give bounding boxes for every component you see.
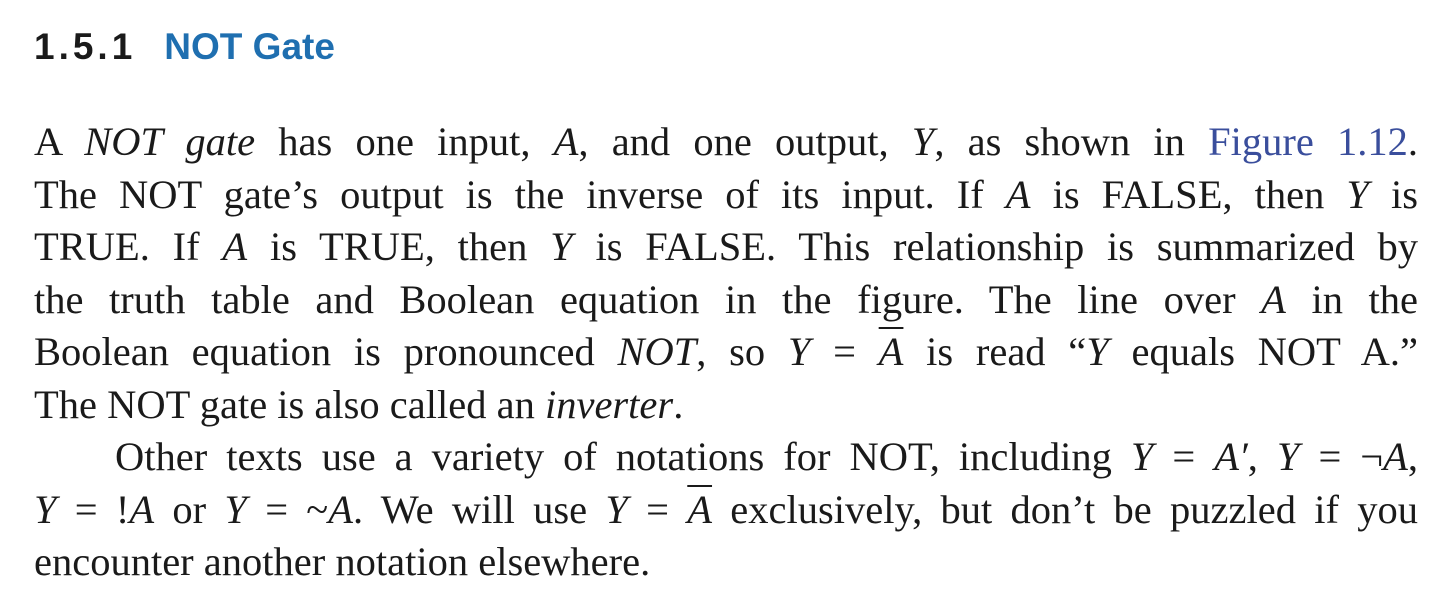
italic-text: A bbox=[553, 119, 579, 164]
text-span: A bbox=[34, 119, 85, 164]
italic-text: A bbox=[1005, 171, 1031, 217]
text-span: the truth table and Boolean equation in … bbox=[34, 276, 1262, 322]
italic-text: Y bbox=[787, 329, 811, 374]
text-span: = ¬ bbox=[1299, 434, 1384, 479]
text-span: is bbox=[1368, 171, 1418, 217]
italic-text: NOT bbox=[617, 329, 697, 374]
text-span: = ! bbox=[56, 486, 130, 532]
text-span: in the bbox=[1285, 276, 1418, 322]
text-span: encounter another notation elsewhere. bbox=[34, 539, 651, 584]
italic-text: Y bbox=[224, 486, 247, 532]
text-span: = bbox=[627, 486, 688, 532]
text-span: Other texts use a variety of notations f… bbox=[115, 434, 1131, 479]
text-span: is FALSE, then bbox=[1030, 171, 1347, 217]
overlined-a: A bbox=[878, 329, 904, 374]
italic-text: Y bbox=[34, 486, 57, 532]
italic-text: Y bbox=[550, 224, 573, 269]
italic-text: Y bbox=[605, 486, 628, 532]
italic-text: Y bbox=[911, 119, 935, 164]
italic-text: Y bbox=[1276, 434, 1300, 479]
text-line: The NOT gate’s output is the inverse of … bbox=[34, 169, 1418, 222]
text-line: encounter another notation elsewhere. bbox=[34, 536, 1418, 589]
text-span: is FALSE. This relationship is summarize… bbox=[572, 224, 1418, 269]
italic-text: Y bbox=[1346, 171, 1369, 217]
text-span: = bbox=[810, 329, 879, 374]
text-span: exclusively, but don’t be puzzled if you bbox=[712, 486, 1418, 532]
italic-text: A bbox=[1383, 434, 1408, 479]
text-span: is read “ bbox=[903, 329, 1087, 374]
text-span: . We will use bbox=[352, 486, 606, 532]
overlined-a: A bbox=[687, 486, 713, 532]
italic-text: inverter bbox=[544, 381, 674, 427]
text-span: equals NOT A.” bbox=[1108, 329, 1419, 374]
section-title: NOT Gate bbox=[164, 26, 335, 67]
text-line: TRUE. If A is TRUE, then Y is FALSE. Thi… bbox=[34, 221, 1418, 274]
italic-text: NOT gate bbox=[84, 119, 256, 164]
text-span: or bbox=[154, 486, 225, 532]
text-span: , bbox=[1407, 434, 1418, 479]
text-span: , so bbox=[696, 329, 788, 374]
text-span: has one input, bbox=[255, 119, 554, 164]
text-line: A NOT gate has one input, A, and one out… bbox=[34, 116, 1418, 169]
text-line: Boolean equation is pronounced NOT, so Y… bbox=[34, 326, 1418, 379]
text-line: Other texts use a variety of notations f… bbox=[34, 431, 1418, 484]
text-span: Boolean equation is pronounced bbox=[34, 329, 618, 374]
italic-text: A′ bbox=[1214, 434, 1248, 479]
italic-text: A bbox=[328, 486, 353, 532]
text-line: Y = !A or Y = ~A. We will use Y = A excl… bbox=[34, 484, 1418, 537]
text-span: The NOT gate is also called an bbox=[34, 381, 545, 427]
text-span: TRUE. If bbox=[34, 224, 223, 269]
section-number: 1.5.1 bbox=[34, 26, 137, 67]
text-span: = bbox=[1153, 434, 1215, 479]
italic-text: A bbox=[1261, 276, 1286, 322]
italic-text: A bbox=[129, 486, 155, 532]
paragraph-1: A NOT gate has one input, A, and one out… bbox=[34, 116, 1418, 431]
page: 1.5.1 NOT Gate A NOT gate has one input,… bbox=[34, 22, 1418, 589]
section-heading: 1.5.1 NOT Gate bbox=[34, 22, 1418, 72]
paragraph-2: Other texts use a variety of notations f… bbox=[34, 431, 1418, 589]
text-line: The NOT gate is also called an inverter. bbox=[34, 379, 1418, 432]
text-span: . bbox=[673, 381, 684, 427]
text-span: , and one output, bbox=[578, 119, 912, 164]
text-span: , as shown in bbox=[934, 119, 1209, 164]
figure-link[interactable]: Figure 1.12 bbox=[1208, 119, 1408, 164]
text-line: the truth table and Boolean equation in … bbox=[34, 274, 1418, 327]
text-span: The NOT gate’s output is the inverse of … bbox=[34, 171, 1006, 217]
italic-text: Y bbox=[1086, 329, 1109, 374]
text-span: . bbox=[1407, 119, 1418, 164]
text-span: is TRUE, then bbox=[247, 224, 551, 269]
text-span: , bbox=[1247, 434, 1277, 479]
italic-text: A bbox=[222, 224, 248, 269]
italic-text: Y bbox=[1130, 434, 1154, 479]
text-span: = ~ bbox=[246, 486, 329, 532]
